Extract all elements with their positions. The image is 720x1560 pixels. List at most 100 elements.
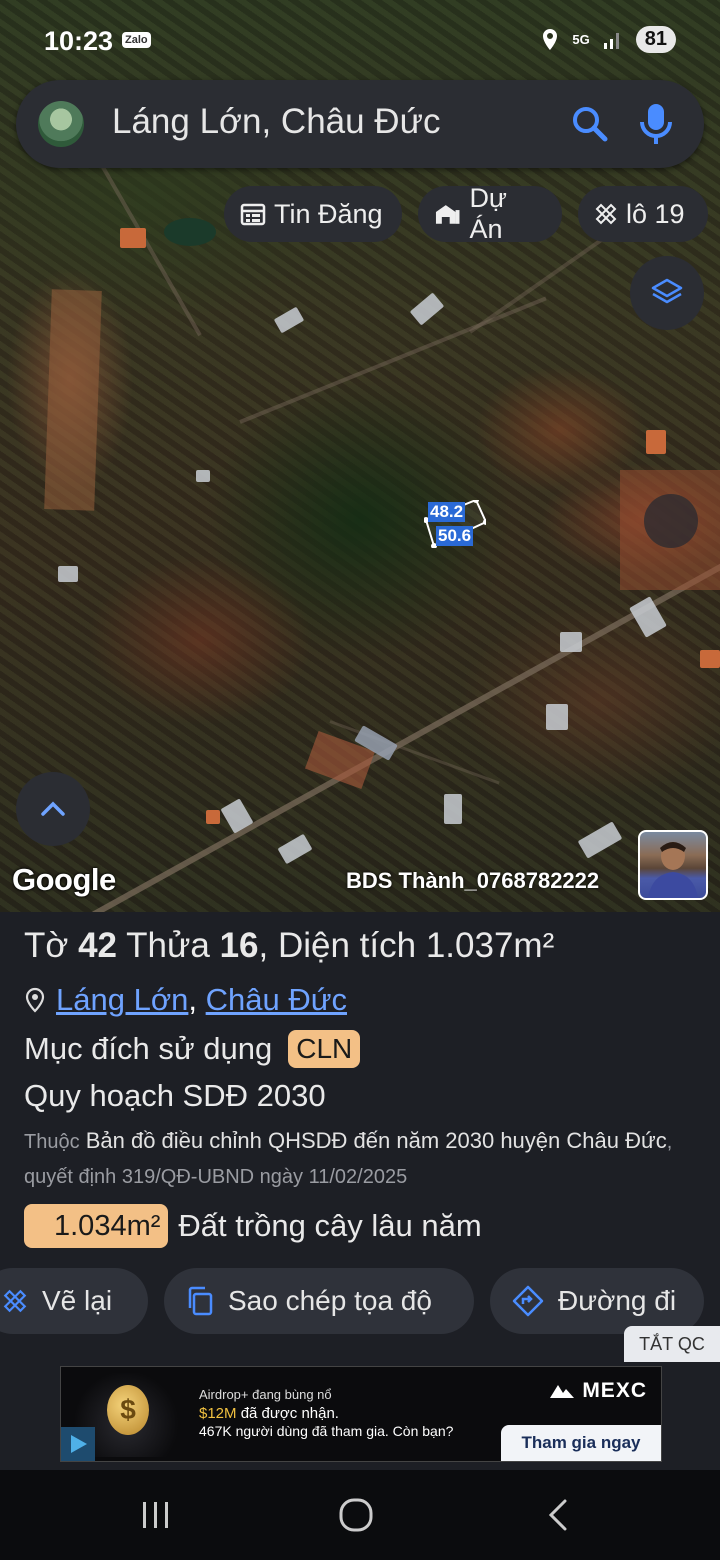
building — [444, 794, 462, 824]
microphone-icon[interactable] — [634, 100, 678, 148]
building — [196, 470, 210, 482]
search-input[interactable]: Láng Lớn, Châu Đức — [112, 102, 441, 142]
ad-cta-button[interactable]: Tham gia ngay — [501, 1425, 661, 1461]
road — [98, 161, 202, 337]
person-photo-icon — [648, 842, 698, 898]
area-label: , Diện tích — [258, 926, 417, 965]
chip-projects-label: Dự Án — [469, 183, 508, 244]
directions-label: Đường đi — [558, 1285, 677, 1316]
parcel-location: Láng Lớn, Châu Đức — [24, 982, 347, 1018]
copy-coordinates-label: Sao chép tọa độ — [228, 1285, 432, 1316]
battery-level: 81 — [635, 26, 676, 53]
recents-button[interactable] — [126, 1492, 186, 1538]
mexc-logo: MEXC — [549, 1379, 647, 1403]
home-icon — [339, 1498, 373, 1532]
road — [58, 561, 720, 912]
network-type: 5G — [572, 32, 590, 47]
ad-banner[interactable]: $ Airdrop+ đang bùng nổ $12M đã được nhậ… — [60, 1366, 662, 1462]
directions-button[interactable]: Đường đi — [490, 1268, 704, 1334]
land-use-row: 1.034m² Đất trồng cây lâu năm — [24, 1204, 482, 1248]
ad-line-2-text: đã được nhận. — [236, 1405, 339, 1422]
ruler-pencil-icon — [595, 203, 617, 225]
building — [206, 810, 220, 824]
building — [546, 704, 568, 730]
building — [560, 632, 582, 652]
area-value: 1.037m² — [425, 926, 555, 965]
field-patch — [44, 289, 102, 511]
search-icon[interactable] — [568, 102, 612, 146]
back-chevron-icon — [548, 1499, 567, 1531]
purpose-badge: CLN — [288, 1030, 361, 1068]
land-use-area-badge: 1.034m² — [24, 1204, 169, 1248]
location-icon — [543, 28, 558, 50]
redraw-label: Vẽ lại — [42, 1285, 113, 1316]
land-use-purpose: Mục đích sử dụng CLN — [24, 1030, 361, 1068]
building — [273, 306, 305, 334]
plan-description: Thuộc Bản đồ điều chỉnh QHSDĐ đến năm 20… — [24, 1124, 714, 1194]
mexc-mountain-icon — [550, 1385, 575, 1399]
status-bar: 10:23 Zalo 5G 81 — [0, 0, 720, 80]
back-button[interactable] — [528, 1492, 588, 1538]
parcel-edge-label: 50.6 — [436, 526, 474, 546]
calendar-list-icon — [240, 203, 266, 226]
expand-panel-button[interactable] — [16, 772, 90, 846]
chip-projects[interactable]: Dự Án — [418, 183, 562, 244]
coin-icon: $ — [107, 1385, 149, 1435]
watermark-text: BDS Thành_0768782222 — [346, 868, 600, 893]
purpose-label: Mục đích sử dụng — [24, 1031, 273, 1066]
ad-line-2: $12M đã được nhận. — [199, 1405, 339, 1422]
owner-avatar[interactable] — [638, 830, 708, 900]
building — [577, 821, 623, 859]
home-button[interactable] — [326, 1492, 386, 1538]
building — [646, 430, 666, 454]
plot-number: 16 — [219, 926, 259, 965]
google-logo: Google — [12, 862, 116, 897]
signal-icon — [603, 32, 619, 49]
plot-label: Thửa — [126, 926, 210, 965]
chip-listings-label: Tin Đăng — [274, 198, 383, 229]
sheet-number: 42 — [78, 926, 118, 965]
chevron-up-icon — [41, 801, 65, 816]
pond — [164, 218, 216, 246]
parcel-info-panel: Tờ 42 Thửa 16, Diện tích 1.037m² Láng Lớ… — [0, 912, 720, 1370]
directions-icon — [512, 1285, 544, 1317]
ad-line-3: 467K người dùng đã tham gia. Còn bạn? — [199, 1423, 454, 1439]
location-pin-icon — [25, 987, 45, 1013]
recents-icon — [143, 1502, 168, 1528]
copy-icon — [188, 1286, 213, 1316]
parcel-edge-label: 48.2 — [428, 502, 466, 522]
layers-icon — [651, 278, 683, 304]
map-overlay-dot[interactable] — [644, 494, 698, 548]
separator: , — [188, 982, 198, 1017]
zalo-notification-icon: Zalo — [122, 32, 151, 48]
building — [58, 566, 78, 582]
ad-amount: $12M — [199, 1405, 237, 1422]
plan-title: Quy hoạch SDĐ 2030 — [24, 1078, 326, 1113]
sheet-label: Tờ — [24, 926, 69, 965]
copy-coordinates-button[interactable]: Sao chép tọa độ — [164, 1268, 474, 1334]
land-use-type: Đất trồng cây lâu năm — [178, 1208, 482, 1243]
hide-ads-button[interactable]: TẮT QC — [624, 1326, 720, 1362]
ad-brand-name: MEXC — [582, 1379, 647, 1402]
district-link[interactable]: Châu Đức — [206, 982, 347, 1017]
ad-play-icon — [61, 1427, 95, 1461]
parcel-title: Tờ 42 Thửa 16, Diện tích 1.037m² — [24, 926, 554, 966]
plan-map-name: Bản đồ điều chỉnh QHSDĐ đến năm 2030 huy… — [85, 1128, 667, 1153]
building — [120, 228, 146, 248]
building — [700, 650, 720, 668]
chip-lot[interactable]: lô 19 — [578, 186, 708, 242]
commune-link[interactable]: Láng Lớn — [56, 982, 188, 1017]
chip-lot-label: lô 19 — [626, 198, 685, 229]
system-nav-bar — [0, 1470, 720, 1560]
redraw-button[interactable]: Vẽ lại — [0, 1268, 148, 1334]
ad-line-1: Airdrop+ đang bùng nổ — [199, 1387, 332, 1402]
buildings-icon — [435, 205, 460, 224]
desc-prefix: Thuộc — [24, 1131, 80, 1153]
search-bar[interactable]: Láng Lớn, Châu Đức — [16, 80, 704, 168]
clock: 10:23 — [44, 26, 114, 56]
chip-listings[interactable]: Tin Đăng — [224, 186, 402, 242]
building — [409, 292, 445, 326]
account-avatar[interactable] — [38, 101, 84, 147]
ruler-pencil-icon — [3, 1289, 27, 1313]
layers-button[interactable] — [630, 256, 704, 330]
